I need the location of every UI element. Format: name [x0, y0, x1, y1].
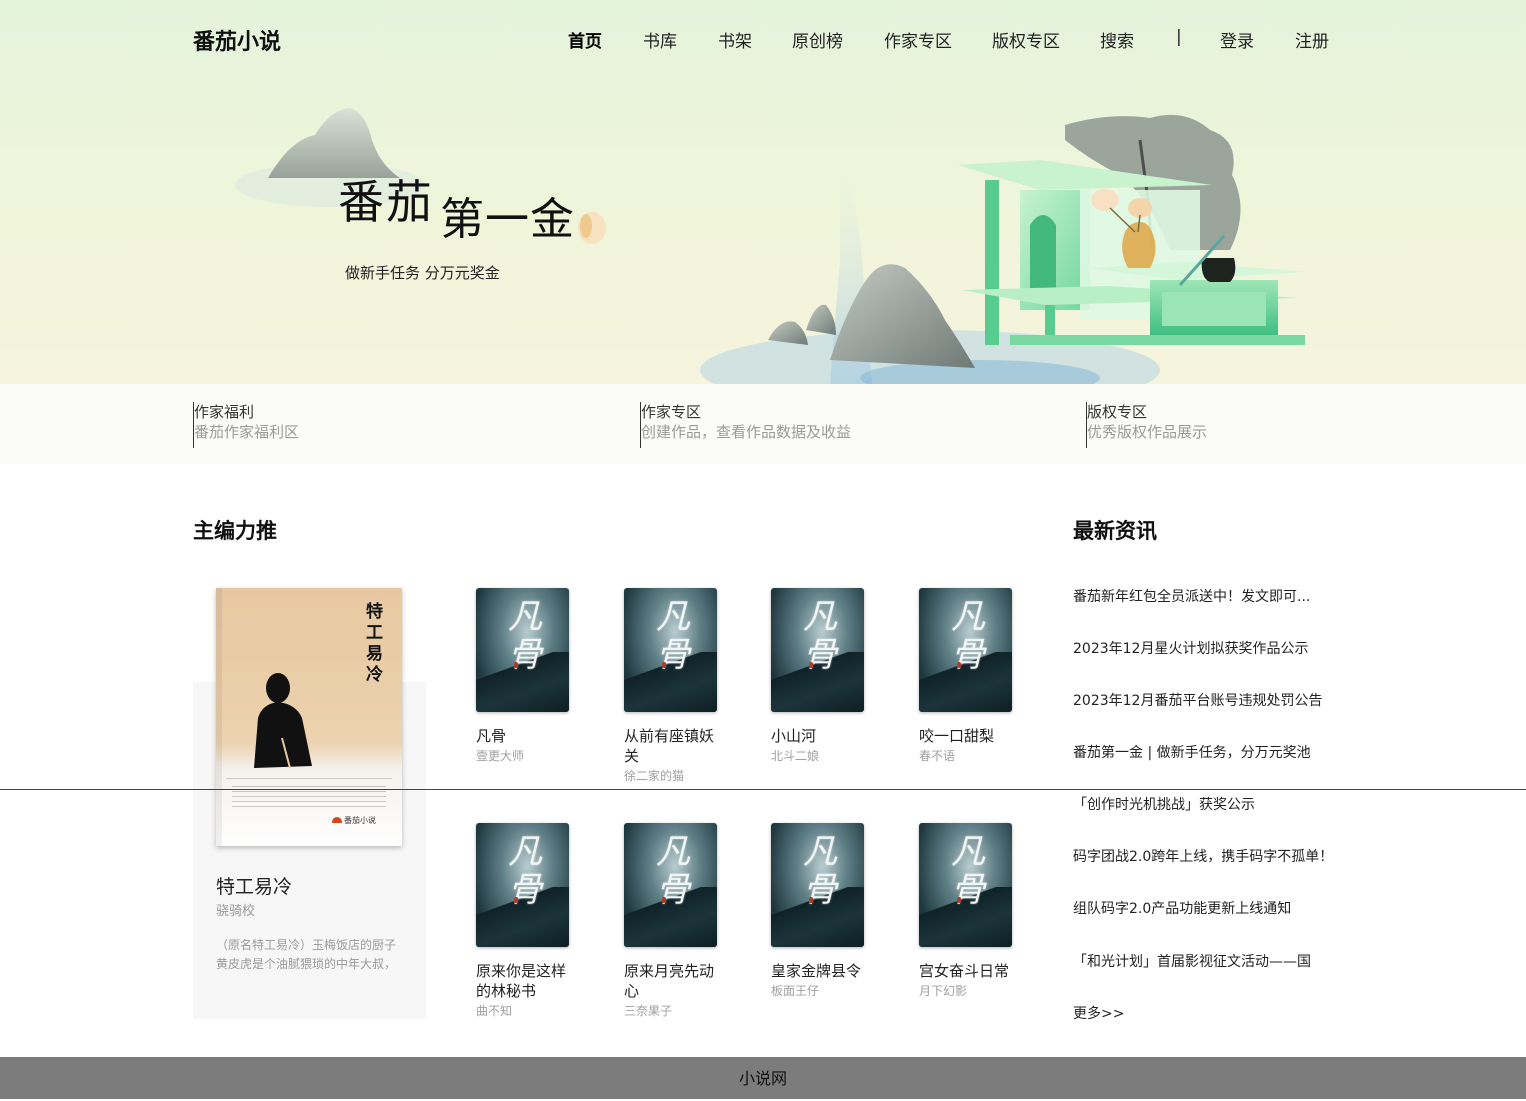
book-title[interactable]: 原来你是这样的林秘书	[476, 961, 576, 1001]
tomato-logo-icon	[332, 817, 342, 823]
nav-separator: |	[1176, 27, 1182, 47]
book-title[interactable]: 咬一口甜梨	[919, 726, 1019, 746]
feature-title: 版权专区	[1087, 403, 1148, 421]
nav-item-author-zone[interactable]: 作家专区	[884, 27, 952, 52]
cover-calligraphy: 凡骨	[508, 597, 542, 675]
nav-item-library[interactable]: 书库	[643, 27, 677, 52]
cover-calligraphy: 凡骨	[803, 832, 837, 910]
hero-title: 番茄 第一金	[338, 166, 575, 245]
book-title[interactable]: 宫女奋斗日常	[919, 961, 1019, 981]
featured-book-author[interactable]: 骁骑校	[216, 900, 255, 919]
cover-publisher-brand: 番茄小说	[332, 815, 376, 826]
book-cover[interactable]: 凡骨	[624, 588, 717, 712]
book-title[interactable]: 原来月亮先动心	[624, 961, 724, 1001]
feature-desc: 番茄作家福利区	[194, 423, 300, 441]
cover-calligraphy: 凡骨	[803, 597, 837, 675]
site-footer: 小说网	[0, 1057, 1526, 1099]
book-cover[interactable]: 凡骨	[476, 823, 569, 947]
book-author[interactable]: 春不语	[919, 747, 1029, 765]
cover-calligraphy: 凡骨	[951, 597, 985, 675]
nav-item-copyright-zone[interactable]: 版权专区	[992, 27, 1060, 52]
hero-title-accent: 第一金	[440, 194, 575, 245]
book-cover[interactable]: 凡骨	[919, 823, 1012, 947]
news-item[interactable]: 番茄新年红包全员派送中！发文即可...	[1073, 586, 1310, 606]
news-section-title: 最新资讯	[1073, 519, 1157, 543]
feature-strip: 作家福利 番茄作家福利区 作家专区 创建作品，查看作品数据及收益 版权专区 优秀…	[0, 384, 1526, 464]
cover-calligraphy: 凡骨	[508, 832, 542, 910]
book-author[interactable]: 三奈果子	[624, 1002, 734, 1020]
news-item[interactable]: 「和光计划」首届影视征文活动——国	[1073, 951, 1311, 971]
feature-desc: 优秀版权作品展示	[1087, 423, 1208, 441]
cover-rule	[226, 778, 392, 779]
book-author[interactable]: 板面王仔	[771, 982, 881, 1000]
book-cover[interactable]: 凡骨	[919, 588, 1012, 712]
nav-item-home[interactable]: 首页	[568, 27, 602, 52]
cover-figure	[662, 662, 666, 668]
nav-item-search[interactable]: 搜索	[1100, 27, 1134, 52]
book-cover[interactable]: 凡骨	[624, 823, 717, 947]
news-item[interactable]: 码字团战2.0跨年上线，携手码字不孤单！	[1073, 846, 1333, 866]
featured-book-intro: （原名特工易冷）玉梅饭店的厨子黄皮虎是个油腻猥琐的中年大叔，喜欢	[216, 938, 397, 971]
recommend-section-title: 主编力推	[193, 519, 277, 543]
news-item[interactable]: 番茄第一金 | 做新手任务，分万元奖池	[1073, 742, 1311, 762]
news-item[interactable]: 组队码字2.0产品功能更新上线通知	[1073, 898, 1291, 918]
book-card[interactable]: 凡骨 原来你是这样的林秘书 曲不知	[476, 823, 586, 1020]
news-item[interactable]: 2023年12月番茄平台账号违规处罚公告	[1073, 690, 1322, 710]
cover-calligraphy: 凡骨	[951, 832, 985, 910]
cover-brand-text: 番茄小说	[344, 816, 376, 825]
cover-calligraphy: 凡骨	[656, 597, 690, 675]
feature-author-benefits[interactable]: 作家福利 番茄作家福利区	[193, 402, 299, 448]
login-link[interactable]: 登录	[1220, 27, 1254, 52]
book-card[interactable]: 凡骨 咬一口甜梨 春不语	[919, 588, 1029, 765]
feature-title: 作家专区	[641, 403, 702, 421]
book-author[interactable]: 壹更大师	[476, 747, 586, 765]
feature-copyright-zone[interactable]: 版权专区 优秀版权作品展示	[1086, 402, 1207, 448]
cover-figure	[514, 897, 518, 903]
feature-title: 作家福利	[194, 403, 255, 421]
book-card[interactable]: 凡骨 皇家金牌县令 板面王仔	[771, 823, 881, 1000]
register-link[interactable]: 注册	[1295, 27, 1329, 52]
cover-figure	[514, 662, 518, 668]
book-card[interactable]: 凡骨 宫女奋斗日常 月下幻影	[919, 823, 1029, 1000]
book-title[interactable]: 小山河	[771, 726, 871, 746]
hero-banner[interactable]: 番茄小说 首页 书库 书架 原创榜 作家专区 版权专区 搜索 | 登录 注册 番…	[0, 0, 1526, 384]
cover-figure	[957, 897, 961, 903]
cover-figure	[662, 897, 666, 903]
hero-title-main: 番茄	[338, 175, 434, 229]
nav-item-original-ranking[interactable]: 原创榜	[792, 27, 843, 52]
book-card[interactable]: 凡骨 小山河 北斗二娘	[771, 588, 881, 765]
book-cover[interactable]: 凡骨	[771, 823, 864, 947]
feature-desc: 创建作品，查看作品数据及收益	[641, 423, 852, 441]
news-item[interactable]: 2023年12月星火计划拟获奖作品公示	[1073, 638, 1308, 658]
book-card[interactable]: 凡骨 从前有座镇妖关 徐二家的猫	[624, 588, 734, 785]
book-card[interactable]: 凡骨 原来月亮先动心 三奈果子	[624, 823, 734, 1020]
book-cover[interactable]: 凡骨	[476, 588, 569, 712]
cover-title: 特工易冷	[366, 602, 383, 685]
book-title[interactable]: 从前有座镇妖关	[624, 726, 724, 766]
book-author[interactable]: 曲不知	[476, 1002, 586, 1020]
feature-author-zone[interactable]: 作家专区 创建作品，查看作品数据及收益	[640, 402, 851, 448]
section-divider	[0, 789, 1526, 790]
featured-book-title[interactable]: 特工易冷	[216, 872, 292, 899]
cover-figure	[809, 662, 813, 668]
cover-calligraphy: 凡骨	[656, 832, 690, 910]
cover-figure	[809, 897, 813, 903]
book-author[interactable]: 北斗二娘	[771, 747, 881, 765]
book-title[interactable]: 凡骨	[476, 726, 576, 746]
news-item[interactable]: 「创作时光机挑战」获奖公示	[1073, 794, 1255, 814]
news-more-link[interactable]: 更多>>	[1073, 1003, 1124, 1023]
book-title[interactable]: 皇家金牌县令	[771, 961, 871, 981]
cover-figure	[957, 662, 961, 668]
book-author[interactable]: 月下幻影	[919, 982, 1029, 1000]
book-card[interactable]: 凡骨 凡骨 壹更大师	[476, 588, 586, 765]
nav-item-bookshelf[interactable]: 书架	[718, 27, 752, 52]
book-cover[interactable]: 凡骨	[771, 588, 864, 712]
book-author[interactable]: 徐二家的猫	[624, 767, 734, 785]
main-nav: 首页 书库 书架 原创榜 作家专区 版权专区 搜索 | 登录 注册	[0, 27, 1526, 52]
landscape-illustration	[235, 108, 1305, 384]
hero-subtitle: 做新手任务 分万元奖金	[345, 264, 500, 282]
featured-book-cover[interactable]: 特工易冷 番茄小说	[216, 588, 402, 846]
